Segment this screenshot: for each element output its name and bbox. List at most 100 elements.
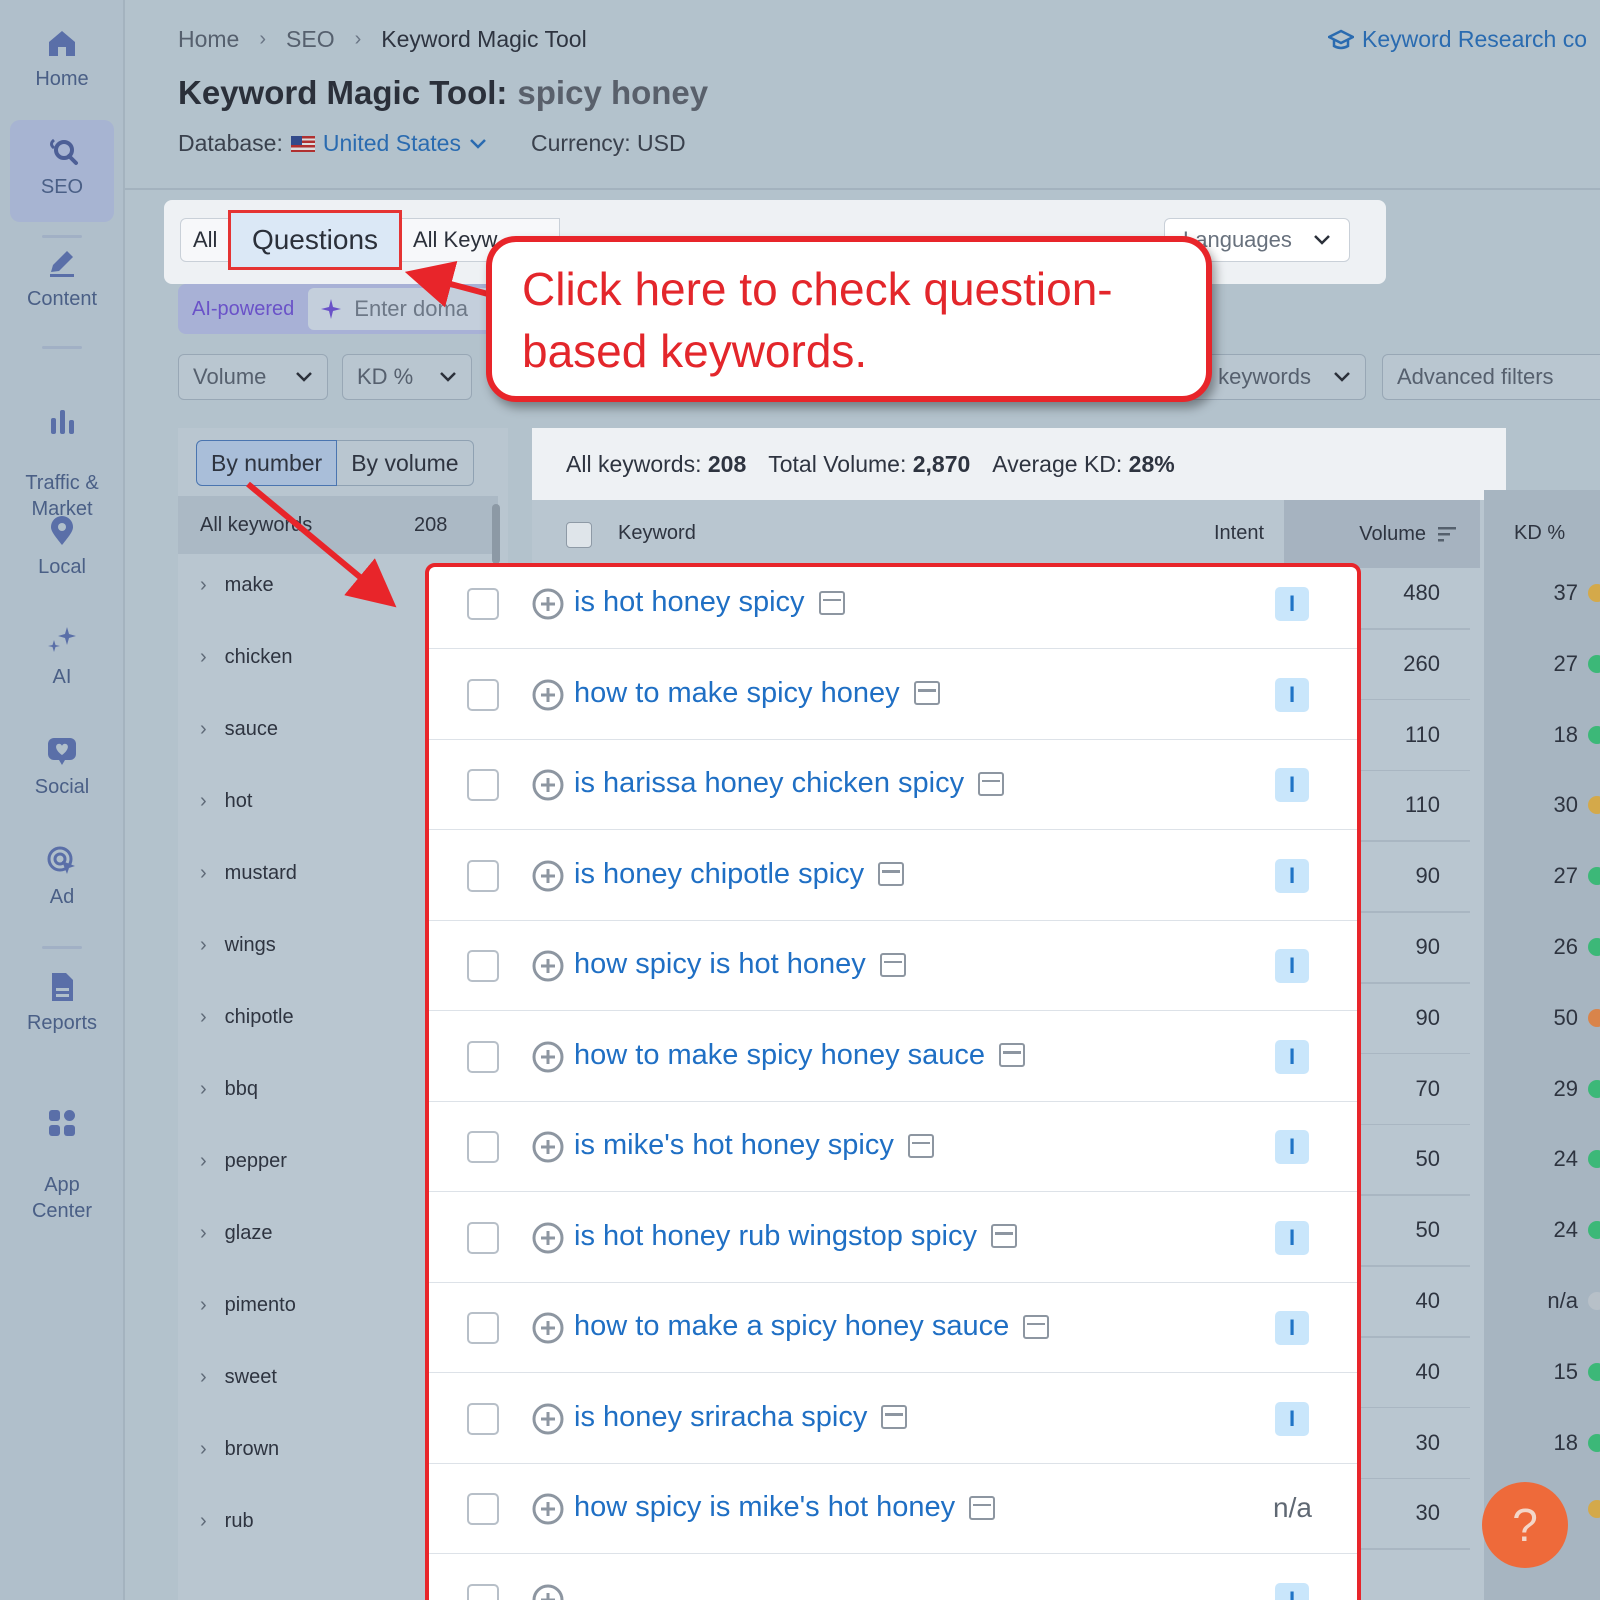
groups-scrollbar[interactable] xyxy=(492,504,500,564)
select-all-checkbox[interactable] xyxy=(566,522,592,548)
add-to-list-icon[interactable] xyxy=(531,1311,565,1345)
serp-features-icon[interactable] xyxy=(881,1405,908,1429)
group-item[interactable]: › hot xyxy=(200,790,252,813)
group-item[interactable]: › glaze xyxy=(200,1222,272,1245)
by-number-button[interactable]: By number xyxy=(196,440,338,486)
row-checkbox[interactable] xyxy=(467,859,499,892)
group-item[interactable]: › brown xyxy=(200,1438,279,1461)
group-item[interactable]: › make xyxy=(200,574,274,597)
add-to-list-icon[interactable] xyxy=(531,1492,565,1526)
keyword-text: how spicy is hot honey xyxy=(574,948,866,980)
nav-item-content[interactable]: Content xyxy=(10,246,114,322)
database-country-select[interactable]: United States xyxy=(290,130,487,157)
keyword-link[interactable]: is mike's hot honey spicy xyxy=(574,1129,934,1162)
row-checkbox[interactable] xyxy=(467,1583,499,1600)
row-checkbox[interactable] xyxy=(467,1312,499,1344)
row-checkbox[interactable] xyxy=(467,1493,499,1525)
row-checkbox[interactable] xyxy=(467,769,499,801)
breadcrumb-home[interactable]: Home xyxy=(178,26,239,53)
keyword-link[interactable]: is honey sriracha spicy xyxy=(574,1401,908,1434)
serp-features-icon[interactable] xyxy=(913,681,940,705)
keyword-link[interactable]: is hot honey rub wingstop spicy xyxy=(574,1220,1017,1253)
keyword-link[interactable]: how to make spicy honey sauce xyxy=(574,1039,1026,1072)
group-item[interactable]: › rub xyxy=(200,1510,254,1533)
nav-item-traffic-market[interactable]: Traffic & Market xyxy=(10,378,114,520)
breadcrumb: Home › SEO › Keyword Magic Tool xyxy=(178,26,587,53)
keyword-link[interactable]: is honey chipotle spicy xyxy=(574,858,905,891)
group-item[interactable]: › sauce xyxy=(200,718,278,741)
group-item[interactable]: › mustard xyxy=(200,862,297,885)
breadcrumb-seo[interactable]: SEO xyxy=(286,26,335,53)
keyword-link[interactable]: is harissa honey chicken spicy xyxy=(574,767,1005,800)
row-checkbox[interactable] xyxy=(467,1402,499,1435)
add-to-list-icon[interactable] xyxy=(531,587,565,621)
keyword-link[interactable]: is hot honey spicy xyxy=(574,586,845,619)
row-checkbox[interactable] xyxy=(467,1040,499,1073)
serp-features-icon[interactable] xyxy=(991,1224,1017,1248)
serp-features-icon[interactable] xyxy=(969,1495,996,1520)
add-to-list-icon[interactable] xyxy=(531,678,565,712)
serp-features-icon[interactable] xyxy=(879,952,906,977)
column-kd[interactable]: KD % xyxy=(1514,522,1565,545)
nav-item-seo[interactable]: SEO xyxy=(10,120,114,222)
add-to-list-icon[interactable] xyxy=(531,1402,565,1436)
serp-features-icon[interactable] xyxy=(999,1043,1026,1067)
keyword-text: how to make spicy honey xyxy=(574,676,900,709)
row-checkbox[interactable] xyxy=(467,1131,499,1163)
nav-item-app-center[interactable]: App Center xyxy=(10,1080,114,1222)
domain-input[interactable]: Enter doma xyxy=(308,288,504,330)
row-checkbox[interactable] xyxy=(467,588,499,620)
group-item[interactable]: › wings xyxy=(200,934,276,957)
row-checkbox[interactable] xyxy=(467,1221,499,1254)
group-item[interactable]: › chipotle xyxy=(200,1006,294,1029)
tab-all[interactable]: All xyxy=(180,218,232,262)
column-intent[interactable]: Intent xyxy=(1214,522,1264,545)
advanced-filters-button[interactable]: Advanced filters xyxy=(1382,354,1600,400)
group-item[interactable]: › pimento xyxy=(200,1294,296,1317)
nav-item-ai[interactable]: AI xyxy=(10,624,114,700)
help-button[interactable]: ? xyxy=(1482,1482,1568,1568)
volume-filter[interactable]: Volume xyxy=(178,354,328,400)
serp-features-icon[interactable] xyxy=(907,1133,934,1158)
add-to-list-icon[interactable] xyxy=(531,1040,565,1074)
nav-item-ad[interactable]: Ad xyxy=(10,844,114,920)
keyword-link[interactable]: how spicy is mike's hot honey xyxy=(574,1491,996,1524)
add-to-list-icon[interactable] xyxy=(531,859,565,893)
bar-chart-icon xyxy=(51,410,74,434)
add-to-list-icon[interactable] xyxy=(531,1130,565,1164)
intent-informational-badge: I xyxy=(1275,949,1309,983)
summary-average-kd-value: 28% xyxy=(1128,450,1175,477)
all-keywords-group[interactable]: All keywords 208 xyxy=(178,496,498,554)
kd-value: 30 xyxy=(1553,792,1578,818)
column-keyword[interactable]: Keyword xyxy=(618,522,696,545)
keyword-link[interactable]: how to make spicy honey xyxy=(574,677,940,710)
group-item[interactable]: › pepper xyxy=(200,1150,287,1173)
heart-chat-icon xyxy=(48,738,76,765)
row-checkbox[interactable] xyxy=(467,950,499,982)
add-to-list-icon[interactable] xyxy=(531,768,565,802)
keyword-link[interactable]: how to make a spicy honey sauce xyxy=(574,1310,1050,1343)
group-item[interactable]: › sweet xyxy=(200,1366,277,1389)
by-volume-button[interactable]: By volume xyxy=(337,440,474,486)
row-checkbox[interactable] xyxy=(467,678,499,711)
serp-features-icon[interactable] xyxy=(1023,1314,1050,1339)
nav-item-social[interactable]: Social xyxy=(10,734,114,810)
nav-item-local[interactable]: Local xyxy=(10,514,114,590)
serp-features-icon[interactable] xyxy=(978,771,1005,796)
nav-item-reports[interactable]: Reports xyxy=(10,970,114,1046)
keyword-link[interactable]: how spicy is hot honey xyxy=(574,948,906,981)
kd-filter[interactable]: KD % xyxy=(342,354,472,400)
add-to-list-icon[interactable] xyxy=(531,949,565,983)
serp-features-icon[interactable] xyxy=(878,862,905,886)
group-item[interactable]: › bbq xyxy=(200,1078,258,1101)
add-to-list-icon[interactable] xyxy=(531,1583,565,1600)
keyword-research-course-link[interactable]: Keyword Research co xyxy=(1328,26,1587,53)
chevron-right-icon: › xyxy=(354,28,362,50)
nav-item-home[interactable]: Home xyxy=(10,26,114,102)
add-to-list-icon[interactable] xyxy=(531,1221,565,1255)
nav-label: Traffic & Market xyxy=(25,472,99,520)
column-volume[interactable]: Volume xyxy=(1284,500,1480,568)
group-item[interactable]: › chicken xyxy=(200,646,292,669)
serp-features-icon[interactable] xyxy=(818,590,845,615)
tab-questions[interactable]: Questions xyxy=(228,210,402,270)
